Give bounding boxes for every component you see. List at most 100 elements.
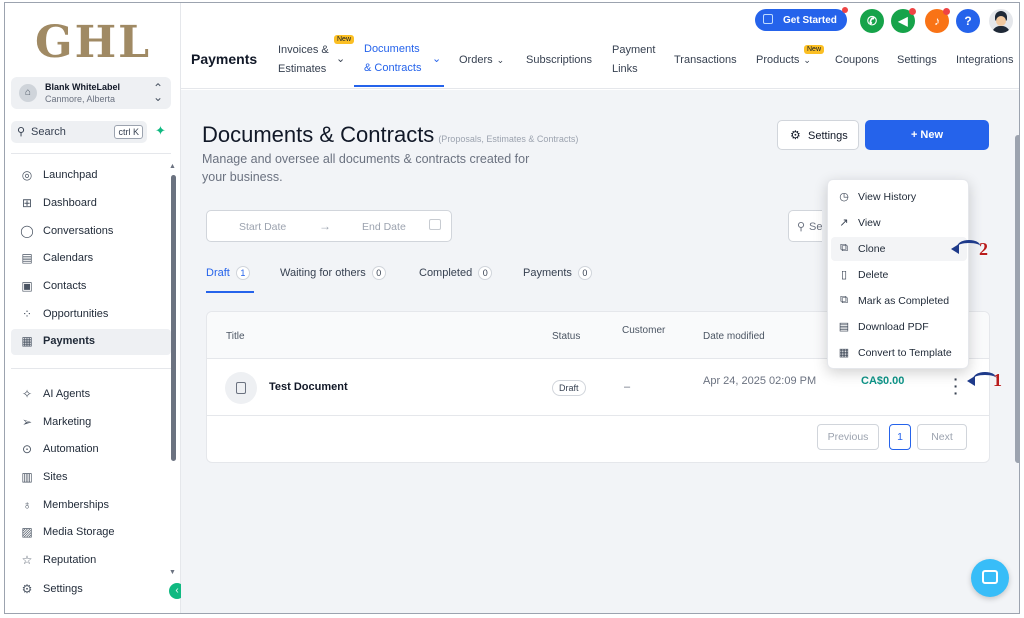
help-icon: ? — [964, 14, 972, 28]
document-icon — [225, 372, 257, 404]
sidebar-item-contacts[interactable]: ▣ Contacts — [11, 274, 171, 300]
sidebar-item-memberships[interactable]: ♁ Memberships — [11, 493, 171, 519]
tab-label: Waiting for others — [280, 267, 366, 279]
sidebar-item-marketing[interactable]: ➢ Marketing — [11, 410, 171, 436]
sidebar-item-conversations[interactable]: ◯ Conversations — [11, 219, 171, 245]
sidebar-item-sites[interactable]: ▥ Sites — [11, 465, 171, 491]
previous-page-button[interactable]: Previous — [817, 424, 879, 450]
settings-button[interactable]: ⚙ Settings — [777, 120, 859, 150]
menu-item-clone[interactable]: ⧉ Clone — [831, 237, 967, 261]
date-modified-cell: Apr 24, 2025 02:09 PM — [703, 375, 817, 387]
automation-icon: ⊙ — [21, 442, 33, 456]
menu-item-label: Download PDF — [858, 321, 929, 333]
menu-item-view-history[interactable]: ◷ View History — [831, 185, 967, 209]
sidebar-item-automation[interactable]: ⊙ Automation — [11, 437, 171, 463]
active-tab-indicator — [354, 85, 444, 87]
tab-payments[interactable]: Payments 0 — [523, 266, 592, 292]
tab-transactions[interactable]: Transactions — [674, 51, 737, 70]
megaphone-icon: ◀ — [898, 14, 908, 28]
get-started-button[interactable]: Get Started — [755, 7, 848, 31]
chevron-updown-icon: ⌃ ⌄ — [152, 81, 163, 104]
page-number[interactable]: 1 — [889, 424, 911, 450]
tab-settings[interactable]: Settings — [897, 51, 937, 70]
pdf-icon: ▤ — [838, 321, 850, 333]
sidebar-item-label: Payments — [43, 335, 95, 347]
sidebar-item-label: Settings — [43, 583, 83, 595]
sidebar-item-opportunities[interactable]: ⁘ Opportunities — [11, 302, 171, 328]
contacts-icon: ▣ — [21, 279, 33, 293]
sidebar-item-payments[interactable]: ▦ Payments — [11, 329, 171, 355]
scroll-up-arrow[interactable]: ▲ — [169, 163, 176, 170]
account-switcher[interactable]: ⌂ Blank WhiteLabel Canmore, Alberta ⌃ ⌄ — [11, 77, 171, 109]
document-search-input[interactable]: ⚲ Search — [788, 210, 822, 242]
scroll-down-arrow[interactable]: ▼ — [169, 569, 176, 576]
chat-bubble-icon — [982, 570, 998, 584]
user-avatar[interactable] — [989, 9, 1013, 33]
tab-invoices-estimates[interactable]: Invoices & Estimates — [278, 41, 329, 79]
tab-coupons[interactable]: Coupons — [835, 51, 879, 70]
phone-icon: ✆ — [866, 14, 878, 28]
menu-item-label: Convert to Template — [858, 347, 952, 359]
card-icon — [763, 14, 773, 24]
get-started-label: Get Started — [783, 15, 837, 26]
more-actions-icon[interactable]: · · · — [951, 372, 961, 400]
chevron-down-icon[interactable]: ⌄ — [336, 50, 345, 69]
tab-completed[interactable]: Completed 0 — [419, 266, 493, 292]
tab-label: Coupons — [835, 54, 880, 66]
star-icon: ☆ — [21, 553, 33, 567]
chat-icon: ◯ — [20, 224, 34, 238]
tab-subscriptions[interactable]: Subscriptions — [526, 51, 592, 70]
tab-orders[interactable]: Orders ⌄ — [459, 51, 504, 70]
sidebar-item-ai-agents[interactable]: ✧ AI Agents — [11, 382, 171, 408]
date-range-picker[interactable]: Start Date → End Date — [206, 210, 452, 242]
help-button[interactable]: ? — [956, 9, 980, 33]
main-scrollbar[interactable] — [1015, 135, 1019, 463]
sidebar-item-calendars[interactable]: ▤ Calendars — [11, 246, 171, 272]
menu-item-convert-template[interactable]: ▦ Convert to Template — [831, 341, 967, 365]
quick-action-icon[interactable]: ✦ — [155, 123, 166, 139]
document-title[interactable]: Test Document — [269, 381, 348, 393]
chevron-down-icon: ⌄ — [496, 55, 505, 65]
trash-icon: ▯ — [840, 269, 848, 281]
tab-payment-links[interactable]: Payment Links — [612, 41, 655, 79]
tab-label: & Contracts — [364, 62, 422, 74]
chevron-down-icon[interactable]: ⌄ — [432, 50, 441, 69]
tab-waiting-for-others[interactable]: Waiting for others 0 — [280, 266, 386, 292]
tab-documents-contracts[interactable]: Documents & Contracts — [364, 40, 421, 78]
page-title: Documents & Contracts (Proposals, Estimat… — [202, 122, 578, 148]
menu-item-download-pdf[interactable]: ▤ Download PDF — [831, 315, 967, 339]
menu-item-view[interactable]: ↗ View — [831, 211, 967, 235]
end-date-field[interactable]: End Date — [362, 221, 406, 233]
tab-label: Settings — [897, 54, 937, 66]
tab-label: Orders — [459, 54, 493, 66]
rocket-icon: ◎ — [21, 168, 33, 182]
search-input[interactable]: ⚲ Search ctrl K — [11, 121, 147, 143]
top-navigation: Get Started ✆ ◀ ♪ ? Payments Invoices & … — [181, 3, 1019, 89]
sidebar-item-dashboard[interactable]: ⊞ Dashboard — [11, 191, 171, 217]
notifications-button[interactable]: ♪ — [925, 8, 950, 33]
sidebar-divider — [11, 368, 171, 369]
sidebar-scrollbar[interactable] — [171, 175, 176, 461]
support-chat-button[interactable] — [971, 559, 1009, 597]
tab-draft[interactable]: Draft 1 — [206, 266, 250, 292]
notification-dot — [842, 7, 848, 13]
start-date-field[interactable]: Start Date — [239, 221, 286, 233]
menu-item-delete[interactable]: ▯ Delete — [831, 263, 967, 287]
phone-button[interactable]: ✆ — [860, 9, 884, 33]
annotation-number: 1 — [993, 370, 1002, 390]
ghl-logo: GHL — [35, 17, 152, 68]
menu-item-label: Delete — [858, 269, 889, 281]
arrow-head-icon — [951, 244, 959, 254]
new-document-button[interactable]: + New — [865, 120, 989, 150]
tab-products[interactable]: Products ⌄ — [756, 51, 811, 70]
next-page-button[interactable]: Next — [917, 424, 967, 450]
tab-integrations[interactable]: Integrations — [956, 51, 1013, 70]
sidebar-item-reputation[interactable]: ☆ Reputation — [11, 548, 171, 574]
sidebar-item-label: Media Storage — [43, 526, 115, 538]
sidebar-item-media-storage[interactable]: ▨ Media Storage — [11, 520, 171, 546]
sidebar-item-launchpad[interactable]: ◎ Launchpad — [11, 163, 171, 189]
announcements-button[interactable]: ◀ — [891, 8, 916, 33]
sidebar-item-settings[interactable]: ⚙ Settings — [11, 577, 171, 603]
menu-item-mark-completed[interactable]: ⧉ Mark as Completed — [831, 289, 967, 313]
history-icon: ◷ — [839, 191, 849, 203]
